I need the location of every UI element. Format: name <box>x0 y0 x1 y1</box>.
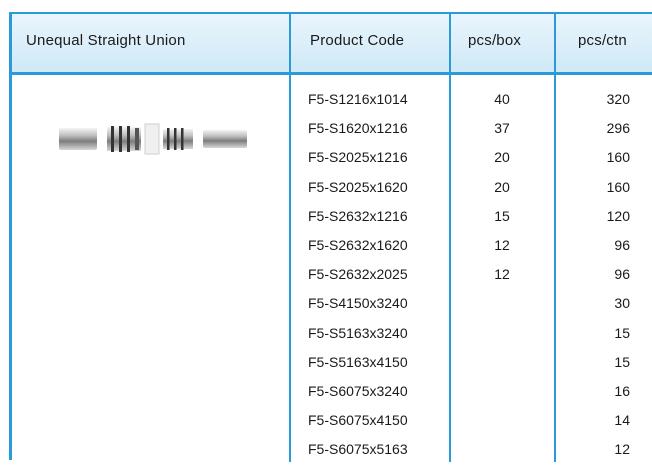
table-row: F5-S1620x1216 37 296 <box>12 120 652 149</box>
pcs-ctn-cell: 16 <box>614 383 630 399</box>
pcs-box-cell: 12 <box>494 237 510 253</box>
product-code-cell: F5-S5163x4150 <box>308 353 408 370</box>
pcs-box-cell: 12 <box>494 266 510 283</box>
table-row: F5-S2025x1620 20 160 <box>12 179 652 208</box>
product-code-cell: F5-S6075x5163 <box>308 441 408 458</box>
table-row: F5-S2632x2025 12 96 <box>12 266 652 295</box>
header-product-code: Product Code <box>310 32 405 49</box>
pcs-ctn-cell: 320 <box>606 91 630 107</box>
pcs-ctn-cell: 160 <box>606 178 630 195</box>
pcs-ctn-cell: 14 <box>614 412 630 429</box>
pcs-ctn-cell: 15 <box>614 324 630 341</box>
table-row: F5-S5163x4150 15 <box>12 354 652 383</box>
table-row: F5-S6075x3240 16 <box>12 383 652 412</box>
pcs-ctn-cell: 30 <box>614 295 630 312</box>
pcs-ctn-cell: 96 <box>614 237 630 253</box>
table-row: F5-S6075x5163 12 <box>12 441 652 470</box>
product-code-cell: F5-S1216x1014 <box>308 91 408 107</box>
pcs-ctn-cell: 160 <box>606 149 630 166</box>
table-row: F5-S2632x1620 12 96 <box>12 237 652 266</box>
product-code-cell: F5-S6075x4150 <box>308 412 408 429</box>
table-row: F5-S1216x1014 40 320 <box>12 91 652 120</box>
table-row: F5-S5163x3240 15 <box>12 325 652 354</box>
table-row: F5-S2025x1216 20 160 <box>12 149 652 178</box>
product-code-cell: F5-S2632x1216 <box>308 207 408 224</box>
product-table: Unequal Straight Union Product Code pcs/… <box>9 12 652 462</box>
pcs-box-cell: 20 <box>494 149 510 166</box>
header-pcs-box: pcs/box <box>468 32 522 49</box>
product-code-cell: F5-S6075x3240 <box>308 383 408 399</box>
header-pcs-ctn: pcs/ctn <box>578 32 627 49</box>
table-row: F5-S2632x1216 15 120 <box>12 208 652 237</box>
header-product: Unequal Straight Union <box>26 32 186 49</box>
product-code-cell: F5-S1620x1216 <box>308 120 408 137</box>
pcs-ctn-cell: 120 <box>606 207 630 224</box>
table-row: F5-S6075x4150 14 <box>12 412 652 441</box>
pcs-box-cell: 20 <box>494 178 510 195</box>
pcs-ctn-cell: 12 <box>614 441 630 458</box>
product-code-cell: F5-S2632x1620 <box>308 237 408 253</box>
product-code-cell: F5-S2025x1620 <box>308 178 408 195</box>
pcs-box-cell: 40 <box>494 91 510 107</box>
pcs-box-cell: 15 <box>494 207 510 224</box>
table-header: Unequal Straight Union Product Code pcs/… <box>12 14 652 75</box>
pcs-ctn-cell: 15 <box>614 353 630 370</box>
pcs-box-cell: 37 <box>494 120 510 137</box>
product-code-cell: F5-S4150x3240 <box>308 295 408 312</box>
table-row: F5-S4150x3240 30 <box>12 295 652 324</box>
pcs-ctn-cell: 296 <box>606 120 630 137</box>
product-code-cell: F5-S5163x3240 <box>308 324 408 341</box>
pcs-ctn-cell: 96 <box>614 266 630 283</box>
product-code-cell: F5-S2632x2025 <box>308 266 408 283</box>
product-code-cell: F5-S2025x1216 <box>308 149 408 166</box>
